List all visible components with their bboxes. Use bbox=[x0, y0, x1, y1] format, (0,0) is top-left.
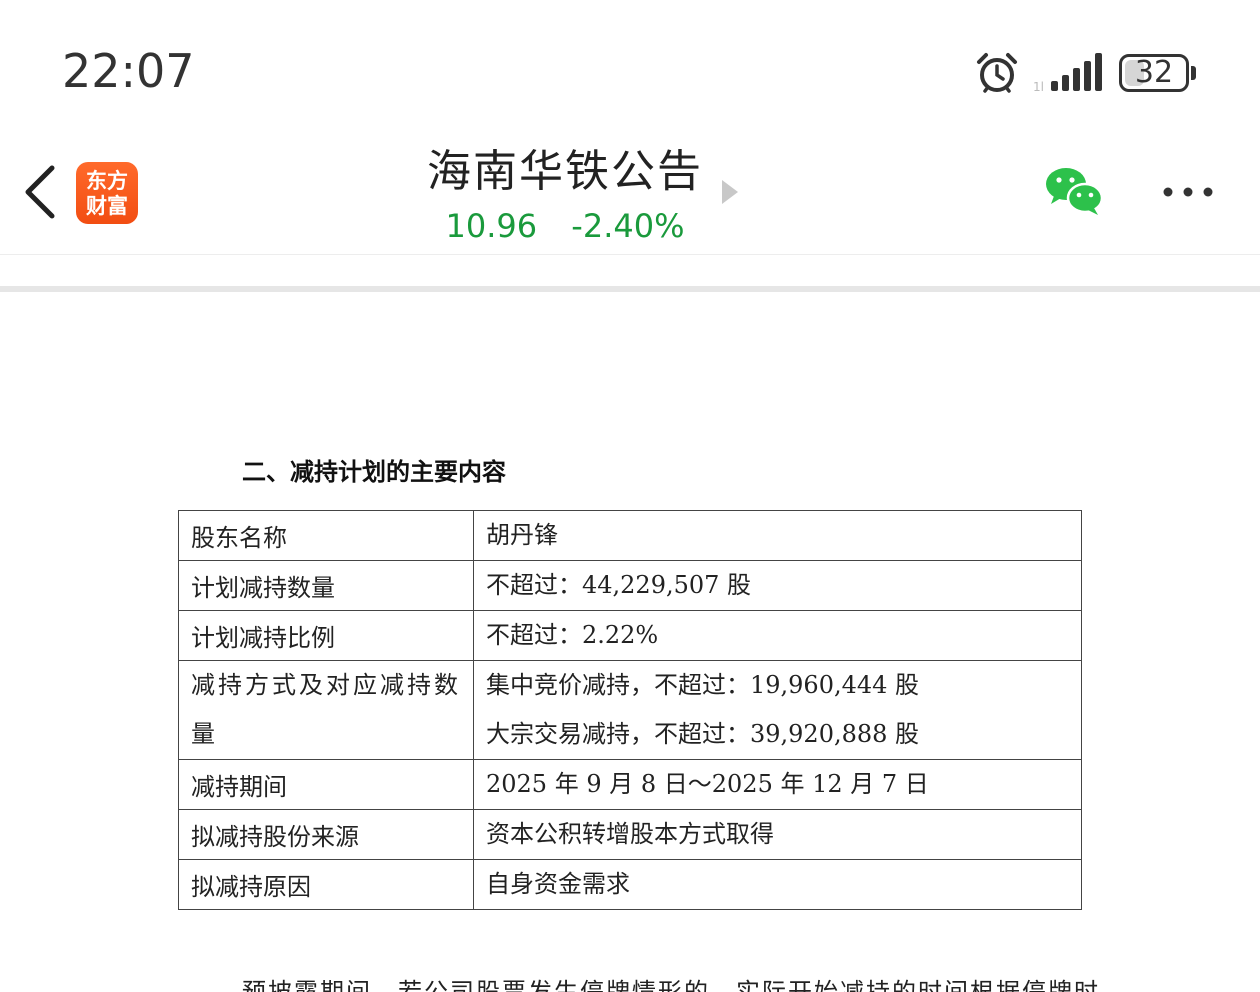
table-value: 不超过：2.22% bbox=[473, 610, 1082, 661]
play-arrow-icon[interactable] bbox=[720, 178, 740, 206]
value-line: 大宗交易减持，不超过：39,920,888 股 bbox=[486, 720, 920, 748]
back-arrow-icon[interactable] bbox=[22, 164, 58, 220]
signal-icon: 1l bbox=[1033, 53, 1102, 94]
clock: 22:07 bbox=[62, 44, 195, 98]
table-value: 不超过：44,229,507 股 bbox=[473, 560, 1082, 611]
wechat-icon[interactable] bbox=[1044, 166, 1104, 216]
table-row: 拟减持原因 自身资金需求 bbox=[178, 859, 1082, 910]
table-key: 减持期间 bbox=[178, 759, 474, 810]
stock-change: -2.40% bbox=[571, 207, 685, 245]
value-line: 不超过：2.22% bbox=[486, 621, 659, 649]
nav-bar: 东方 财富 海南华铁公告 10.96 -2.40% bbox=[0, 130, 1260, 255]
battery-level: 32 bbox=[1134, 55, 1174, 90]
table-value: 集中竞价减持，不超过：19,960,444 股 大宗交易减持，不超过：39,92… bbox=[473, 660, 1082, 760]
announcement-page: 22:07 1l 32 东方 财富 海南华铁公告 10.96 -2.40% 二、… bbox=[0, 0, 1260, 992]
table-key: 计划减持数量 bbox=[178, 560, 474, 611]
table-row: 拟减持股份来源 资本公积转增股本方式取得 bbox=[178, 809, 1082, 860]
battery-icon: 32 bbox=[1119, 54, 1189, 92]
reduction-plan-table: 股东名称 胡丹锋 计划减持数量 不超过：44,229,507 股 计划减持比例 … bbox=[178, 510, 1082, 910]
more-icon[interactable] bbox=[1160, 184, 1216, 200]
table-key: 股东名称 bbox=[178, 510, 474, 561]
logo-line2: 财富 bbox=[86, 193, 128, 218]
table-value: 自身资金需求 bbox=[473, 859, 1082, 910]
table-key: 拟减持原因 bbox=[178, 859, 474, 910]
status-bar: 22:07 1l 32 bbox=[0, 0, 1260, 130]
body-paragraph: 预披露期间，若公司股票发生停牌情形的，实际开始减持的时间根据停牌时 bbox=[242, 978, 1100, 992]
value-line: 资本公积转增股本方式取得 bbox=[486, 820, 774, 848]
value-line: 2025 年 9 月 8 日～2025 年 12 月 7 日 bbox=[486, 770, 929, 798]
table-key: 拟减持股份来源 bbox=[178, 809, 474, 860]
battery-tip bbox=[1191, 66, 1196, 80]
table-row: 计划减持数量 不超过：44,229,507 股 bbox=[178, 560, 1082, 611]
document-content: 二、减持计划的主要内容 股东名称 胡丹锋 计划减持数量 不超过：44,229,5… bbox=[0, 292, 1260, 992]
table-value: 资本公积转增股本方式取得 bbox=[473, 809, 1082, 860]
value-line: 胡丹锋 bbox=[486, 521, 558, 549]
value-line: 自身资金需求 bbox=[486, 870, 630, 898]
table-key: 计划减持比例 bbox=[178, 610, 474, 661]
logo-line1: 东方 bbox=[86, 168, 128, 193]
stock-quote: 10.96 -2.40% bbox=[380, 206, 750, 246]
stock-header[interactable]: 海南华铁公告 10.96 -2.40% bbox=[380, 144, 750, 246]
alarm-icon bbox=[977, 53, 1017, 93]
status-icons: 1l 32 bbox=[975, 50, 1196, 96]
svg-text:1l: 1l bbox=[1033, 80, 1044, 94]
stock-price: 10.96 bbox=[445, 207, 538, 245]
table-row: 减持方式及对应减持数量 集中竞价减持，不超过：19,960,444 股 大宗交易… bbox=[178, 660, 1082, 760]
table-value: 2025 年 9 月 8 日～2025 年 12 月 7 日 bbox=[473, 759, 1082, 810]
value-line: 不超过：44,229,507 股 bbox=[486, 571, 752, 599]
eastmoney-logo[interactable]: 东方 财富 bbox=[76, 162, 138, 224]
table-row: 股东名称 胡丹锋 bbox=[178, 510, 1082, 561]
value-line: 集中竞价减持，不超过：19,960,444 股 bbox=[486, 671, 920, 699]
table-value: 胡丹锋 bbox=[473, 510, 1082, 561]
table-row: 减持期间 2025 年 9 月 8 日～2025 年 12 月 7 日 bbox=[178, 759, 1082, 810]
table-row: 计划减持比例 不超过：2.22% bbox=[178, 610, 1082, 661]
table-key: 减持方式及对应减持数量 bbox=[178, 660, 474, 760]
stock-name: 海南华铁公告 bbox=[427, 146, 703, 197]
section-title: 二、减持计划的主要内容 bbox=[242, 457, 506, 486]
